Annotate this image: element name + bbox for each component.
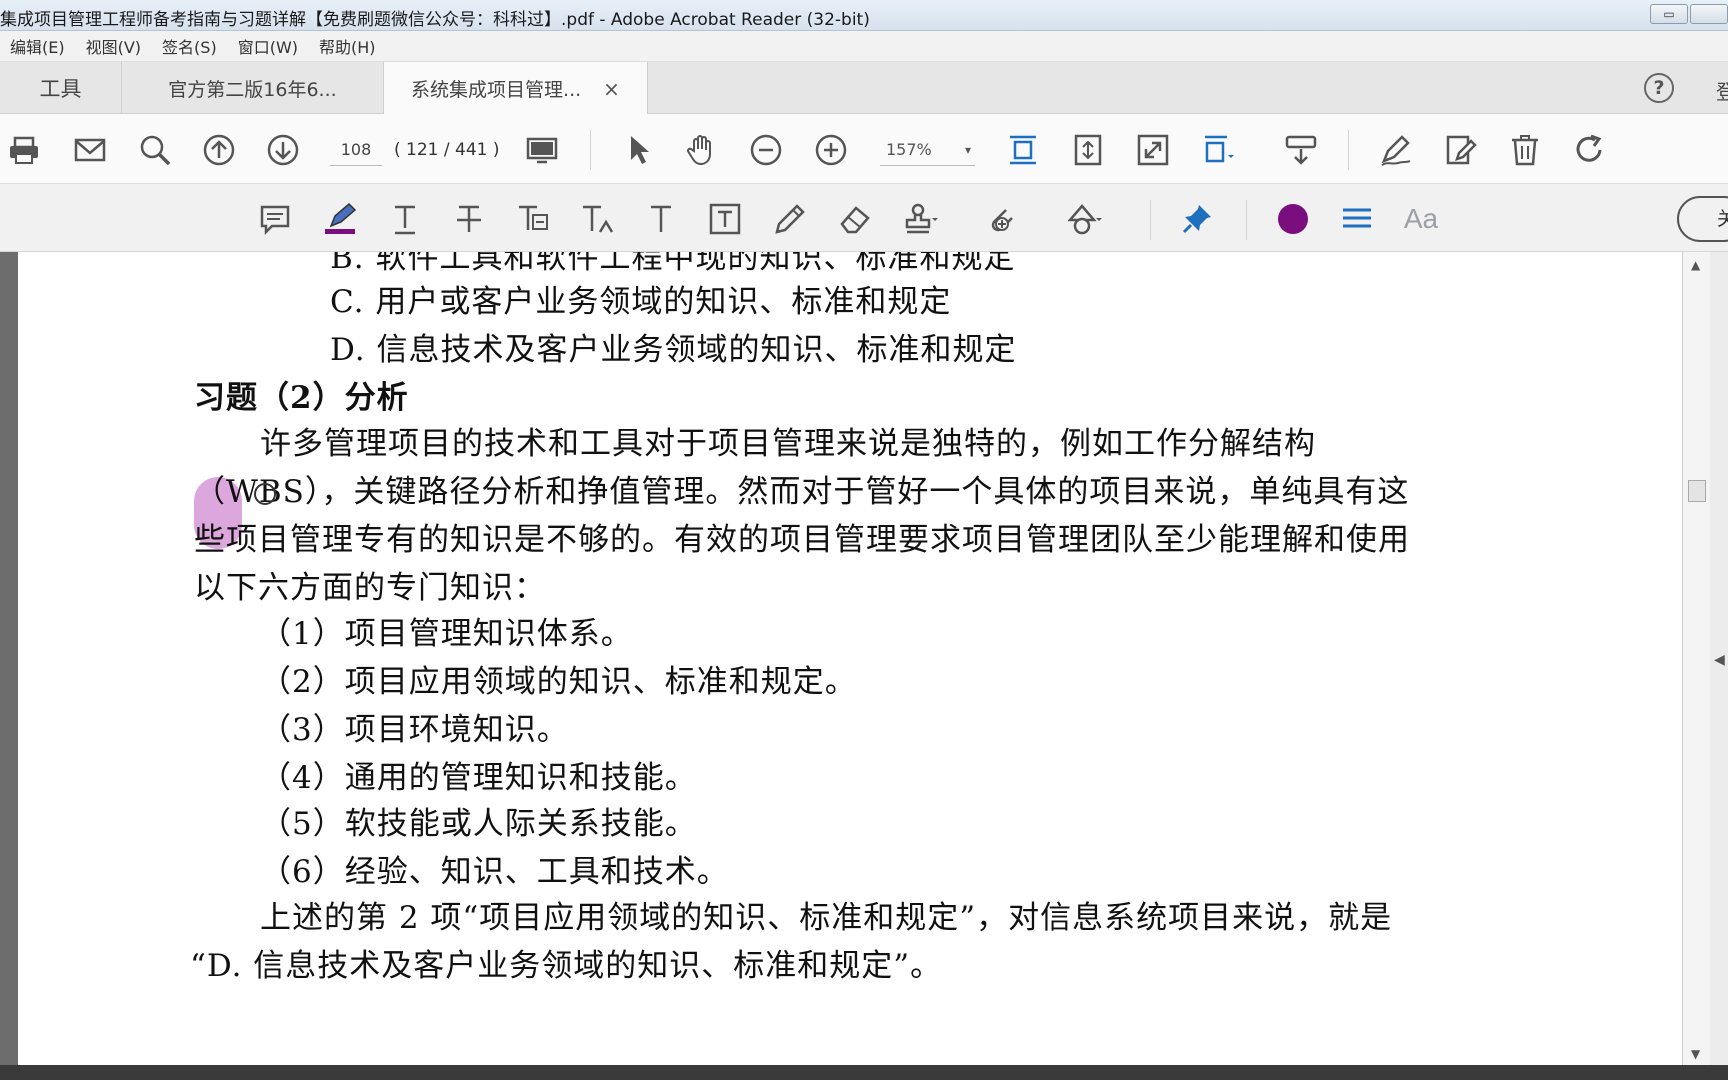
tab-document-2-label: 系统集成项目管理... <box>411 79 582 101</box>
analysis-heading: 习题（2）分析 <box>194 380 409 416</box>
highlight-text-icon[interactable] <box>321 200 359 238</box>
document-viewport: B. 软件工具和软件工程中现的知识、标准和规定 C. 用户或客户业务领域的知识、… <box>0 252 1728 1065</box>
scroll-down-icon[interactable]: ▼ <box>1691 1047 1700 1061</box>
edit-pdf-icon[interactable] <box>1442 132 1478 168</box>
add-text-icon[interactable] <box>642 200 680 238</box>
menu-sign[interactable]: 签名(S) <box>162 34 217 58</box>
help-icon[interactable]: ? <box>1644 73 1674 103</box>
tab-document-1-label: 官方第二版16年6... <box>168 78 337 101</box>
main-toolbar: 108 ( 121 / 441 ) 157% ▾ <box>0 114 1728 184</box>
pencil-icon[interactable] <box>771 200 809 238</box>
previous-page-icon[interactable] <box>201 132 237 168</box>
rotate-view-icon[interactable] <box>1070 132 1106 168</box>
paragraph-line: 以下六方面的专门知识： <box>194 570 546 606</box>
menu-view[interactable]: 视图(V) <box>86 34 141 58</box>
sticky-note-icon[interactable] <box>256 200 294 238</box>
draw-shapes-icon[interactable] <box>1066 200 1104 238</box>
list-item: （5）软技能或人际关系技能。 <box>260 806 697 842</box>
line-weight-icon[interactable] <box>1338 200 1376 238</box>
zoom-value: 157% <box>886 140 932 159</box>
email-icon[interactable] <box>72 132 108 168</box>
strikethrough-icon[interactable] <box>450 200 488 238</box>
menu-edit[interactable]: 编辑(E) <box>10 34 65 58</box>
read-aloud-icon[interactable] <box>1283 132 1319 168</box>
list-item: （4）通用的管理知识和技能。 <box>260 760 697 796</box>
list-item: （6）经验、知识、工具和技术。 <box>260 854 729 890</box>
scroll-up-icon[interactable]: ▲ <box>1691 258 1700 272</box>
scroll-mode-icon[interactable] <box>1200 132 1236 168</box>
tab-document-2[interactable]: 系统集成项目管理... × <box>384 62 648 115</box>
right-panel-toggle[interactable]: ◀ <box>1710 252 1728 1065</box>
paragraph-line: （WBS），关键路径分析和挣值管理。然而对于管好一个具体的项目来说，单纯具有这 <box>194 474 1410 510</box>
select-tool-icon[interactable] <box>620 132 656 168</box>
list-item: （2）项目应用领域的知识、标准和规定。 <box>260 664 857 700</box>
window-title: 集成项目管理工程师备考指南与习题详解【免费刷题微信公众号：科科过】.pdf - … <box>0 10 870 30</box>
underline-text-icon[interactable] <box>386 200 424 238</box>
delete-icon[interactable] <box>1507 132 1543 168</box>
menu-help[interactable]: 帮助(H) <box>319 34 376 58</box>
mouse-cursor-icon <box>254 483 276 505</box>
fit-page-icon[interactable] <box>1005 132 1041 168</box>
close-tab-icon[interactable]: × <box>603 77 620 101</box>
menu-bar: 编辑(E) 视图(V) 签名(S) 窗口(W) 帮助(H) <box>0 31 1728 62</box>
chevron-down-icon: ▾ <box>964 143 971 157</box>
print-icon[interactable] <box>6 132 42 168</box>
display-mode-icon[interactable] <box>524 132 560 168</box>
sign-icon[interactable] <box>1377 132 1413 168</box>
color-picker-icon[interactable] <box>1274 200 1312 238</box>
redo-icon[interactable] <box>1572 132 1608 168</box>
page-number-input[interactable]: 108 <box>330 134 382 166</box>
tab-tools[interactable]: 工具 <box>0 62 122 114</box>
restore-button[interactable] <box>1690 4 1728 24</box>
sign-in-label[interactable]: 登 <box>1716 76 1728 105</box>
close-toolbar-button[interactable]: 关 <box>1677 196 1728 242</box>
paragraph-line: 许多管理项目的技术和工具对于项目管理来说是独特的，例如工作分解结构 <box>260 426 1316 462</box>
toolbar-divider <box>1150 200 1151 240</box>
page-count: ( 121 / 441 ) <box>394 140 500 160</box>
pdf-page: B. 软件工具和软件工程中现的知识、标准和规定 C. 用户或客户业务领域的知识、… <box>18 252 1682 1065</box>
comment-toolbar: Aa 关 <box>0 184 1728 252</box>
option-c: C. 用户或客户业务领域的知识、标准和规定 <box>330 284 952 320</box>
list-item: （1）项目管理知识体系。 <box>260 616 633 652</box>
window-controls: ▭ <box>1650 4 1728 24</box>
scrollbar-thumb[interactable] <box>1688 480 1706 502</box>
title-bar: 集成项目管理工程师备考指南与习题详解【免费刷题微信公众号：科科过】.pdf - … <box>0 0 1728 31</box>
minimize-button[interactable]: ▭ <box>1650 4 1688 24</box>
attach-file-icon[interactable] <box>984 200 1022 238</box>
replace-text-icon[interactable] <box>514 200 552 238</box>
option-d: D. 信息技术及客户业务领域的知识、标准和规定 <box>330 332 1017 368</box>
pin-icon[interactable] <box>1178 200 1216 238</box>
status-bar <box>0 1065 1728 1080</box>
tab-bar: 工具 官方第二版16年6... 系统集成项目管理... × ? 登 <box>0 62 1728 115</box>
zoom-select[interactable]: 157% ▾ <box>880 134 975 166</box>
tab-document-1[interactable]: 官方第二版16年6... <box>122 62 384 114</box>
insert-text-icon[interactable] <box>578 200 616 238</box>
text-box-icon[interactable] <box>706 200 744 238</box>
menu-window[interactable]: 窗口(W) <box>238 34 298 58</box>
font-properties-icon[interactable]: Aa <box>1402 200 1440 238</box>
vertical-scrollbar[interactable]: ▲ ▼ <box>1682 252 1710 1065</box>
full-screen-icon[interactable] <box>1135 132 1171 168</box>
zoom-in-icon[interactable] <box>813 132 849 168</box>
zoom-out-icon[interactable] <box>748 132 784 168</box>
search-icon[interactable] <box>137 132 173 168</box>
stamp-icon[interactable] <box>902 200 940 238</box>
expand-right-icon: ◀ <box>1714 652 1725 668</box>
toolbar-divider <box>1348 130 1349 170</box>
option-b: B. 软件工具和软件工程中现的知识、标准和规定 <box>330 252 1016 276</box>
list-item: （3）项目环境知识。 <box>260 712 569 748</box>
next-page-icon[interactable] <box>265 132 301 168</box>
toolbar-divider <box>1246 200 1247 240</box>
paragraph-line: 些项目管理专有的知识是不够的。有效的项目管理要求项目管理团队至少能理解和使用 <box>194 522 1410 558</box>
hand-tool-icon[interactable] <box>684 132 720 168</box>
paragraph-line: 上述的第 2 项“项目应用领域的知识、标准和规定”，对信息系统项目来说，就是 <box>260 900 1393 936</box>
eraser-icon[interactable] <box>836 200 874 238</box>
toolbar-divider <box>590 130 591 170</box>
paragraph-line: “D. 信息技术及客户业务领域的知识、标准和规定”。 <box>190 948 943 984</box>
